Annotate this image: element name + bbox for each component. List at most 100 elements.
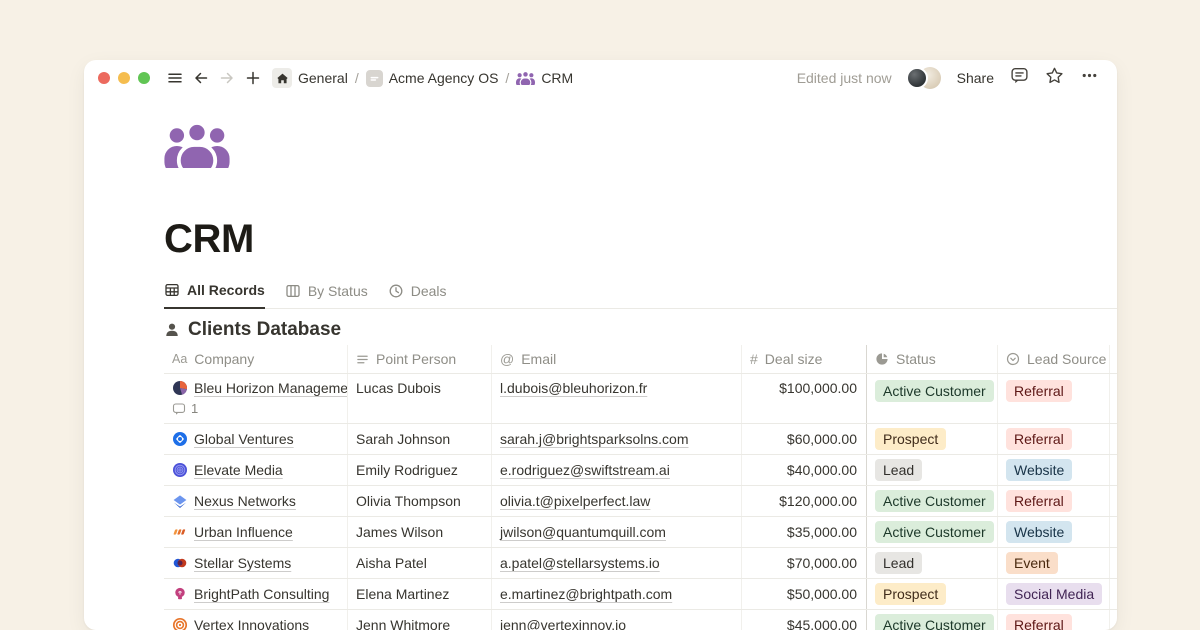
status-cell[interactable]: Prospect bbox=[866, 424, 997, 454]
lead-source-cell[interactable]: Referral bbox=[997, 486, 1110, 516]
email-cell[interactable]: sarah.j@brightsparksolns.com bbox=[491, 424, 741, 454]
company-name-link[interactable]: Bleu Horizon Management bbox=[194, 380, 347, 396]
company-name-link[interactable]: Global Ventures bbox=[194, 431, 294, 447]
point-person-cell[interactable]: Jenn Whitmore bbox=[347, 610, 491, 630]
favorite-button[interactable] bbox=[1045, 66, 1064, 90]
breadcrumb-item-general[interactable]: General bbox=[272, 68, 348, 88]
company-name-link[interactable]: Stellar Systems bbox=[194, 555, 291, 571]
email-link[interactable]: a.patel@stellarsystems.io bbox=[500, 555, 660, 571]
company-cell[interactable]: BrightPath Consulting bbox=[164, 579, 347, 609]
column-header-point-person[interactable]: Point Person bbox=[347, 345, 491, 373]
lead-source-cell[interactable]: Referral bbox=[997, 610, 1110, 630]
company-logo-icon bbox=[172, 555, 188, 571]
number-property-icon: # bbox=[750, 351, 758, 367]
company-cell[interactable]: Urban Influence bbox=[164, 517, 347, 547]
email-link[interactable]: sarah.j@brightsparksolns.com bbox=[500, 431, 689, 447]
lead-source-badge: Referral bbox=[1006, 428, 1072, 450]
status-cell[interactable]: Active Customer bbox=[866, 517, 997, 547]
email-link[interactable]: e.rodriguez@swiftstream.ai bbox=[500, 462, 670, 478]
company-cell[interactable]: Stellar Systems bbox=[164, 548, 347, 578]
comment-indicator[interactable]: 1 bbox=[172, 401, 339, 416]
status-cell[interactable]: Active Customer bbox=[866, 374, 997, 423]
status-cell[interactable]: Prospect bbox=[866, 579, 997, 609]
company-name-link[interactable]: Nexus Networks bbox=[194, 493, 296, 509]
breadcrumb-separator: / bbox=[355, 70, 359, 86]
breadcrumb-item-crm[interactable]: CRM bbox=[516, 70, 573, 86]
lead-source-cell[interactable]: Event bbox=[997, 548, 1110, 578]
lead-source-cell[interactable]: Website bbox=[997, 517, 1110, 547]
team-icon bbox=[164, 122, 230, 168]
text-property-icon bbox=[356, 353, 369, 366]
company-cell[interactable]: Nexus Networks bbox=[164, 486, 347, 516]
company-name-link[interactable]: Urban Influence bbox=[194, 524, 293, 540]
tab-deals[interactable]: Deals bbox=[388, 282, 447, 308]
email-link[interactable]: jwilson@quantumquill.com bbox=[500, 524, 666, 540]
column-label: Deal size bbox=[765, 351, 823, 367]
forward-button[interactable] bbox=[216, 67, 238, 89]
company-name-link[interactable]: BrightPath Consulting bbox=[194, 586, 329, 602]
point-person-cell[interactable]: James Wilson bbox=[347, 517, 491, 547]
minimize-window-button[interactable] bbox=[118, 72, 130, 84]
email-cell[interactable]: jenn@vertexinnov.io bbox=[491, 610, 741, 630]
status-property-icon bbox=[875, 352, 889, 366]
back-button[interactable] bbox=[190, 67, 212, 89]
close-window-button[interactable] bbox=[98, 72, 110, 84]
column-header-deal-size[interactable]: # Deal size bbox=[741, 345, 866, 373]
email-cell[interactable]: e.martinez@brightpath.com bbox=[491, 579, 741, 609]
view-tabs: All Records By Status Deals bbox=[164, 282, 1117, 309]
deal-size-cell[interactable]: $60,000.00 bbox=[741, 424, 866, 454]
point-person-cell[interactable]: Emily Rodriguez bbox=[347, 455, 491, 485]
point-person-cell[interactable]: Sarah Johnson bbox=[347, 424, 491, 454]
column-header-lead-source[interactable]: Lead Source bbox=[997, 345, 1110, 373]
point-person-cell[interactable]: Elena Martinez bbox=[347, 579, 491, 609]
column-header-status[interactable]: Status bbox=[866, 345, 997, 373]
company-name-link[interactable]: Vertex Innovations bbox=[194, 617, 309, 630]
collaborator-avatars[interactable] bbox=[906, 67, 941, 89]
company-name-link[interactable]: Elevate Media bbox=[194, 462, 283, 478]
share-button[interactable]: Share bbox=[957, 70, 994, 86]
lead-source-cell[interactable]: Website bbox=[997, 455, 1110, 485]
status-cell[interactable]: Lead bbox=[866, 455, 997, 485]
lead-source-cell[interactable]: Social Media bbox=[997, 579, 1110, 609]
new-page-button[interactable] bbox=[242, 67, 264, 89]
tab-all-records[interactable]: All Records bbox=[164, 282, 265, 309]
deal-size-cell[interactable]: $120,000.00 bbox=[741, 486, 866, 516]
lead-source-cell[interactable]: Referral bbox=[997, 374, 1110, 423]
tab-by-status[interactable]: By Status bbox=[285, 282, 368, 308]
company-cell[interactable]: Global Ventures bbox=[164, 424, 347, 454]
email-link[interactable]: jenn@vertexinnov.io bbox=[500, 617, 626, 630]
point-person-cell[interactable]: Olivia Thompson bbox=[347, 486, 491, 516]
column-header-company[interactable]: Aa Company bbox=[164, 345, 347, 373]
deal-size-cell[interactable]: $100,000.00 bbox=[741, 374, 866, 423]
breadcrumb-item-acme-agency-os[interactable]: Acme Agency OS bbox=[366, 70, 499, 87]
status-cell[interactable]: Active Customer bbox=[866, 486, 997, 516]
company-cell[interactable]: Vertex Innovations bbox=[164, 610, 347, 630]
deal-size-cell[interactable]: $50,000.00 bbox=[741, 579, 866, 609]
zoom-window-button[interactable] bbox=[138, 72, 150, 84]
email-cell[interactable]: olivia.t@pixelperfect.law bbox=[491, 486, 741, 516]
company-cell[interactable]: Elevate Media bbox=[164, 455, 347, 485]
comments-button[interactable] bbox=[1010, 66, 1029, 90]
status-cell[interactable]: Active Customer bbox=[866, 610, 997, 630]
deal-size-cell[interactable]: $70,000.00 bbox=[741, 548, 866, 578]
point-person-cell[interactable]: Lucas Dubois bbox=[347, 374, 491, 423]
deal-size-cell[interactable]: $40,000.00 bbox=[741, 455, 866, 485]
status-cell[interactable]: Lead bbox=[866, 548, 997, 578]
page-cover-icon[interactable] bbox=[164, 122, 230, 168]
email-link[interactable]: l.dubois@bleuhorizon.fr bbox=[500, 380, 647, 396]
email-cell[interactable]: l.dubois@bleuhorizon.fr bbox=[491, 374, 741, 423]
point-person-cell[interactable]: Aisha Patel bbox=[347, 548, 491, 578]
home-icon bbox=[272, 68, 292, 88]
email-cell[interactable]: a.patel@stellarsystems.io bbox=[491, 548, 741, 578]
more-options-button[interactable] bbox=[1080, 66, 1099, 90]
lead-source-cell[interactable]: Referral bbox=[997, 424, 1110, 454]
sidebar-toggle-button[interactable] bbox=[164, 67, 186, 89]
email-link[interactable]: e.martinez@brightpath.com bbox=[500, 586, 672, 602]
deal-size-cell[interactable]: $35,000.00 bbox=[741, 517, 866, 547]
company-cell[interactable]: Bleu Horizon Management 1 bbox=[164, 374, 347, 423]
deal-size-cell[interactable]: $45,000.00 bbox=[741, 610, 866, 630]
email-link[interactable]: olivia.t@pixelperfect.law bbox=[500, 493, 650, 509]
column-header-email[interactable]: @ Email bbox=[491, 345, 741, 373]
email-cell[interactable]: jwilson@quantumquill.com bbox=[491, 517, 741, 547]
email-cell[interactable]: e.rodriguez@swiftstream.ai bbox=[491, 455, 741, 485]
